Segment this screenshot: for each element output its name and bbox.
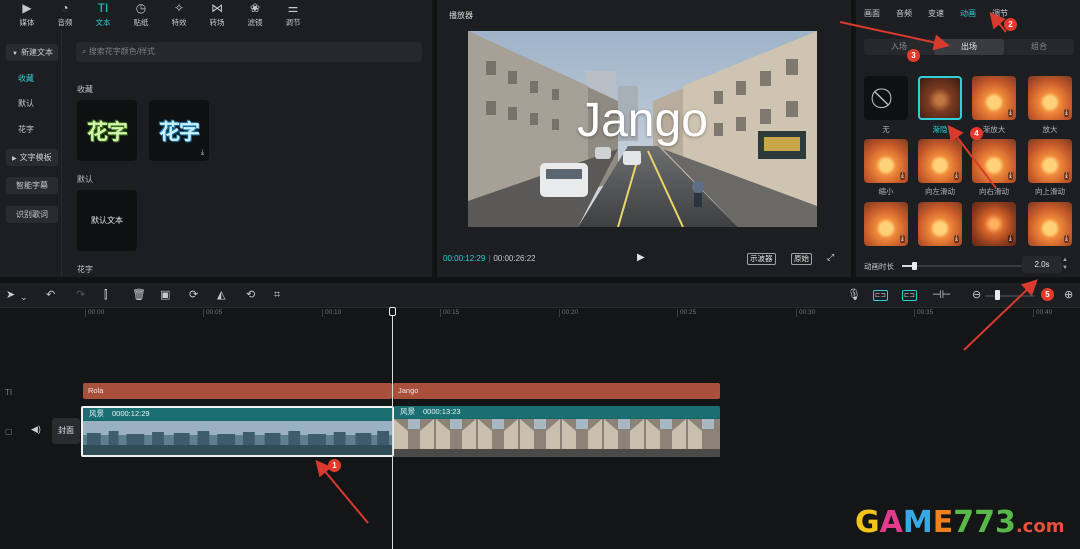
arrow-3	[839, 21, 950, 51]
annotation-arrows	[315, 11, 1038, 524]
arrow-5	[963, 279, 1038, 351]
annotation-badge-4: 4	[970, 127, 983, 140]
site-watermark-logo: GAME773.com	[855, 505, 1065, 540]
annotation-badge-3: 3	[907, 49, 920, 62]
arrow-1	[315, 459, 369, 524]
annotation-badge-2: 2	[1004, 18, 1017, 31]
annotation-badge-5: 5	[1041, 288, 1054, 301]
annotation-badge-1: 1	[328, 459, 341, 472]
